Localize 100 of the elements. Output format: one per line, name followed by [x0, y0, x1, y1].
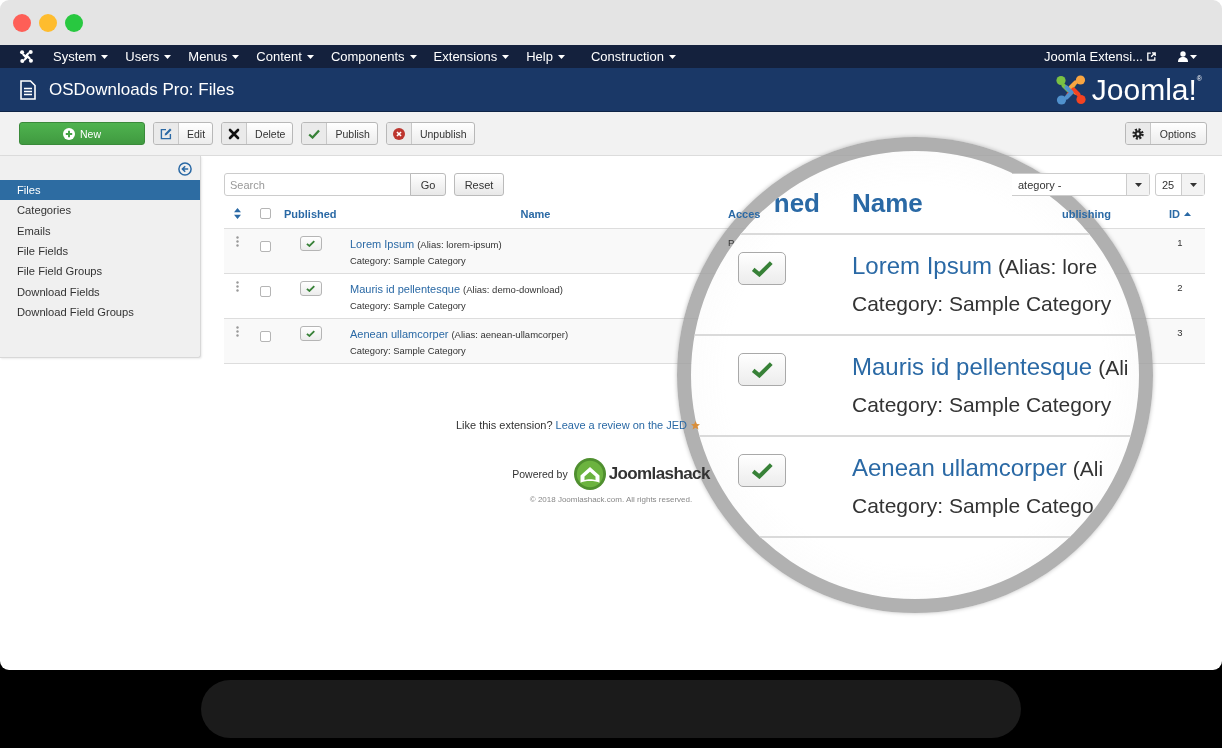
brand-name[interactable]: Joomlashack [608, 464, 710, 484]
nav-menu[interactable]: Extensions [425, 45, 518, 68]
user-menu[interactable] [1178, 51, 1197, 62]
user-icon [1178, 51, 1188, 62]
powered-by-text: Powered by [512, 468, 568, 480]
alias-text: (Alias: demo-download) [463, 284, 563, 295]
caret-icon [1134, 182, 1142, 187]
check-icon [306, 240, 315, 247]
nav-menu[interactable]: Content [247, 45, 323, 68]
magnified-toggle[interactable] [738, 454, 786, 487]
nav-menu[interactable]: Users [116, 45, 180, 68]
category-text: Category: Sample Category [350, 344, 466, 358]
column-header[interactable]: Published [284, 207, 337, 220]
reset-button[interactable]: Reset [454, 173, 504, 196]
site-link[interactable]: Joomla Extensi... [1044, 49, 1156, 64]
category-text: Category: Sample Category [350, 254, 466, 268]
magnified-toggle[interactable] [738, 252, 786, 285]
magnified-toggle[interactable] [738, 353, 786, 386]
check-icon [751, 462, 773, 479]
magnified-category: Category: Sample Category [852, 292, 1112, 315]
check-icon [751, 260, 773, 277]
caret-icon [232, 54, 240, 59]
caret-icon [557, 54, 565, 59]
edit-button[interactable]: Edit [153, 122, 214, 145]
caret-icon [502, 54, 510, 59]
sidebar-item[interactable]: File Field Groups [0, 261, 200, 282]
column-header[interactable]: ID [1169, 207, 1191, 220]
unpublish-button[interactable]: Unpublish [385, 122, 475, 145]
check-icon [306, 285, 315, 292]
nav-menu[interactable]: Menus [179, 45, 248, 68]
alias-text: (Alias: lorem-ipsum) [417, 239, 502, 250]
caret-icon [409, 54, 417, 59]
item-link[interactable]: Mauris id pellentesque [350, 283, 461, 295]
copyright-text: © 2018 Joomlashack.com. All rights reserved. [529, 495, 693, 504]
caret-icon [1190, 54, 1197, 59]
cross-icon [228, 127, 241, 140]
search-field[interactable]: Search [224, 173, 411, 196]
window-control[interactable] [13, 13, 31, 32]
check-icon [308, 128, 321, 139]
nav-menu[interactable]: Construction [582, 45, 685, 68]
publish-button[interactable]: Publish [301, 122, 378, 145]
magnified-alias: (Ali [1072, 457, 1104, 480]
review-prompt: Like this extension? Leave a review on the JED [455, 419, 688, 431]
row-checkbox[interactable] [259, 286, 271, 297]
sidebar-item[interactable]: Files [0, 180, 200, 201]
category-select[interactable]: ategory - [1012, 173, 1150, 196]
category-text: Category: Sample Category [350, 299, 466, 313]
options-button[interactable]: Options [1124, 122, 1207, 145]
go-button[interactable]: Go [410, 173, 446, 196]
sidebar-item[interactable]: File Fields [0, 241, 200, 262]
caret-icon [668, 54, 676, 59]
delete-button[interactable]: Delete [221, 122, 294, 145]
logo-text: Joomla!$^{®}$ [1091, 72, 1202, 107]
row-checkbox[interactable] [259, 331, 271, 342]
item-link[interactable]: Lorem Ipsum [350, 238, 415, 250]
column-header[interactable]: ublishing [1062, 207, 1111, 220]
review-link[interactable]: Leave a review on the JED [555, 419, 688, 431]
document-icon [20, 79, 36, 100]
magnified-alias: (Ali [1098, 356, 1129, 379]
caret-icon [306, 54, 314, 59]
sidebar-item[interactable]: Download Field Groups [0, 302, 200, 323]
caret-icon [1189, 182, 1197, 187]
magnified-category: Category: Sample Catego [852, 494, 1094, 517]
nav-menu[interactable]: Help [517, 45, 574, 68]
access-text: P [728, 236, 735, 250]
publish-toggle[interactable] [299, 236, 322, 251]
settings-icon [1131, 127, 1144, 140]
item-link[interactable]: Aenean ullamcorper [350, 328, 449, 340]
logo-icon[interactable] [19, 49, 34, 64]
publish-toggle[interactable] [299, 326, 322, 341]
sidebar-item[interactable]: Emails [0, 220, 200, 242]
magnified-header: ned [773, 188, 820, 218]
row-checkbox[interactable] [259, 241, 271, 252]
column-header[interactable]: Name [520, 207, 551, 220]
drag-handle-icon[interactable] [236, 326, 239, 337]
publish-toggle[interactable] [299, 281, 322, 296]
nav-menu[interactable]: System [44, 45, 117, 68]
limit-select[interactable]: 25 [1155, 173, 1205, 196]
alias-text: (Alias: aenean-ullamcorper) [451, 329, 569, 340]
external-link-icon [1147, 52, 1156, 61]
select-all-checkbox[interactable] [259, 208, 271, 219]
sidebar-item[interactable]: Download Fields [0, 281, 200, 303]
sidebar-item[interactable]: Categories [0, 200, 200, 221]
sort-icon[interactable] [234, 208, 241, 219]
caret-icon [164, 54, 172, 59]
drag-handle-icon[interactable] [236, 281, 239, 292]
edit-icon [160, 127, 172, 140]
plus-circle-icon [63, 127, 75, 140]
house-logo-icon[interactable] [573, 458, 606, 490]
nav-menu[interactable]: Components [322, 45, 426, 68]
check-icon [751, 361, 773, 378]
id-text: 3 [1177, 326, 1183, 340]
drag-handle-icon[interactable] [236, 236, 239, 247]
collapse-icon[interactable] [178, 162, 192, 176]
x-circle-icon [392, 127, 405, 140]
logo-icon [1053, 72, 1088, 107]
star-icon[interactable] [691, 420, 701, 430]
id-text: 1 [1177, 236, 1183, 250]
magnified-category: Category: Sample Category [852, 393, 1112, 416]
id-text: 2 [1177, 281, 1183, 295]
